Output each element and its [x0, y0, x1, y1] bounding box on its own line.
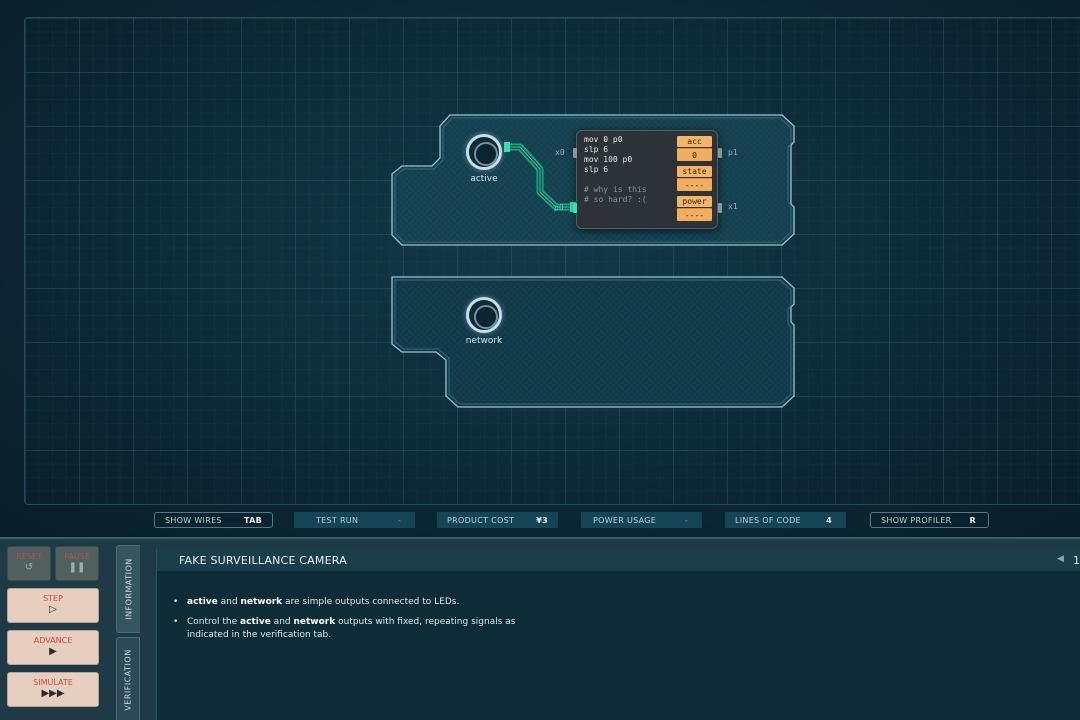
tab-information-label: INFORMATION	[124, 558, 133, 620]
power-usage-label: POWER USAGE	[593, 515, 657, 525]
step-button[interactable]: STEP ▷	[7, 588, 99, 623]
advance-label: ADVANCE	[33, 636, 73, 645]
show-wires-key: TAB	[243, 515, 262, 525]
pause-icon: ❚❚	[68, 562, 86, 573]
test-run-stat: TEST RUN -	[294, 512, 415, 528]
simulate-button[interactable]: SIMULATE ▶▶▶	[7, 672, 99, 707]
information-panel: FAKE SURVEILLANCE CAMERA ◀ 1/ • active a…	[156, 549, 1080, 720]
chip-port-x0[interactable]	[573, 148, 577, 158]
register-acc-label: acc	[677, 136, 712, 147]
reset-label: RESET	[16, 552, 42, 561]
circuit-workspace[interactable]: active x0 p0 p1 x1 mov 0 p0 slp 6 mov 10…	[0, 0, 1080, 538]
code-line: slp 6	[584, 165, 609, 174]
test-run-value: -	[397, 515, 401, 525]
pause-label: PAUSE	[64, 552, 90, 561]
test-run-label: TEST RUN	[316, 515, 359, 525]
product-cost-stat: PRODUCT COST ¥3	[437, 512, 558, 528]
reset-icon: ↺	[24, 562, 34, 573]
chip-port-p0[interactable]	[573, 203, 577, 213]
step-icon: ▷	[49, 604, 57, 615]
circuit-board-network[interactable]: network	[390, 276, 796, 409]
reset-button[interactable]: RESET ↺	[7, 546, 51, 581]
page-number: 1/	[1073, 554, 1080, 567]
stats-bar: SHOW WIRES TAB TEST RUN - PRODUCT COST ¥…	[0, 510, 1080, 532]
lines-of-code-label: LINES OF CODE	[735, 515, 801, 525]
show-profiler-button[interactable]: SHOW PROFILER R	[870, 512, 989, 528]
circuit-grid[interactable]	[24, 17, 1080, 505]
code-line: slp 6	[584, 145, 609, 154]
bullet-text: Control the active and network outputs w…	[187, 617, 516, 640]
show-wires-label: SHOW WIRES	[165, 515, 222, 525]
bullet-dot: •	[173, 597, 179, 607]
lines-of-code-stat: LINES OF CODE 4	[725, 512, 846, 528]
product-cost-value: ¥3	[536, 515, 548, 525]
register-power-value: ----	[677, 208, 712, 221]
chip-code-editor[interactable]: mov 0 p0 slp 6 mov 100 p0 slp 6 # why is…	[584, 135, 678, 205]
prev-page-icon[interactable]: ◀	[1057, 554, 1064, 564]
simulate-label: SIMULATE	[33, 678, 73, 687]
bullet-text: active and network are simple outputs co…	[187, 597, 460, 607]
register-power-label: power	[677, 196, 712, 207]
code-comment-line: # why is this	[584, 185, 647, 194]
code-comment-line: # so hard? :(	[584, 195, 647, 204]
show-profiler-label: SHOW PROFILER	[881, 515, 952, 525]
simulate-icon: ▶▶▶	[41, 688, 65, 699]
code-line: mov 0 p0	[584, 135, 623, 144]
chip-port-p1[interactable]	[718, 148, 722, 158]
port-p0-label: p0	[554, 203, 564, 212]
port-p1-label: p1	[728, 148, 738, 157]
puzzle-title: FAKE SURVEILLANCE CAMERA	[179, 554, 347, 567]
product-cost-label: PRODUCT COST	[447, 515, 515, 525]
chip-port-x1[interactable]	[718, 203, 722, 213]
port-x1-label: x1	[728, 202, 738, 211]
show-wires-button[interactable]: SHOW WIRES TAB	[154, 512, 273, 528]
active-output-pin[interactable]	[466, 134, 502, 170]
port-x0-label: x0	[555, 148, 565, 157]
tab-verification[interactable]: VERIFICATION	[116, 637, 140, 720]
bottom-panel: RESET ↺ PAUSE ❚❚ STEP ▷ ADVANCE ▶ SIMULA…	[0, 537, 1080, 720]
network-pin-label: network	[465, 336, 503, 346]
power-usage-stat: POWER USAGE -	[581, 512, 702, 528]
advance-icon: ▶	[49, 646, 57, 657]
microcontroller-chip[interactable]: mov 0 p0 slp 6 mov 100 p0 slp 6 # why is…	[573, 130, 722, 229]
active-pin-label: active	[470, 174, 498, 184]
lines-of-code-value: 4	[826, 515, 832, 525]
register-acc-value: 0	[677, 148, 712, 161]
tab-information[interactable]: INFORMATION	[116, 545, 140, 633]
register-state-label: state	[677, 166, 712, 177]
code-line: mov 100 p0	[584, 155, 633, 164]
tab-verification-label: VERIFICATION	[123, 648, 133, 711]
pause-button[interactable]: PAUSE ❚❚	[55, 546, 99, 581]
register-state-value: ----	[677, 178, 712, 191]
advance-button[interactable]: ADVANCE ▶	[7, 630, 99, 665]
power-usage-value: -	[684, 515, 688, 525]
show-profiler-key: R	[969, 515, 976, 525]
bullet-dot: •	[173, 617, 179, 627]
step-label: STEP	[43, 594, 63, 603]
info-header: FAKE SURVEILLANCE CAMERA ◀ 1/	[157, 549, 1080, 571]
network-output-pin[interactable]	[466, 297, 502, 333]
